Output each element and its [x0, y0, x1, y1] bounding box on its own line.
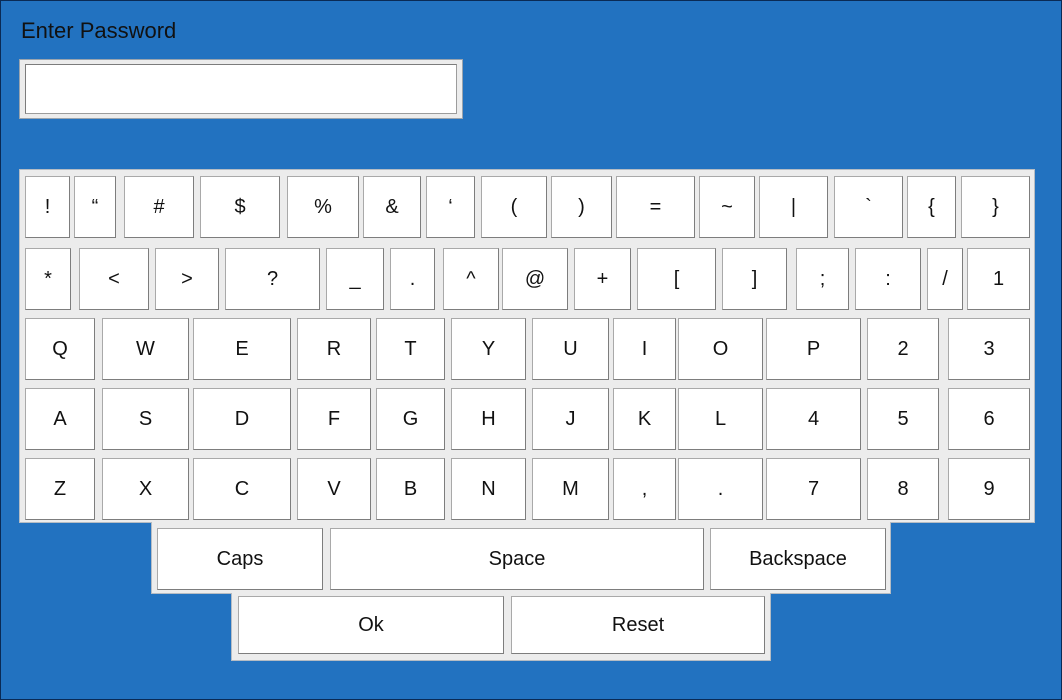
- key-4-4[interactable]: F: [297, 388, 371, 450]
- password-input[interactable]: [25, 64, 457, 114]
- key-4-1[interactable]: A: [25, 388, 95, 450]
- key-4-12[interactable]: 6: [948, 388, 1030, 450]
- key-5-4[interactable]: V: [297, 458, 371, 520]
- keyboard-command-row: Caps Space Backspace: [151, 522, 891, 594]
- key-3-5[interactable]: T: [376, 318, 445, 380]
- key-2-14[interactable]: /: [927, 248, 963, 310]
- key-2-10[interactable]: [: [637, 248, 716, 310]
- key-2-1[interactable]: *: [25, 248, 71, 310]
- key-5-10[interactable]: 7: [766, 458, 861, 520]
- key-1-1[interactable]: !: [25, 176, 70, 238]
- key-3-3[interactable]: E: [193, 318, 291, 380]
- key-2-6[interactable]: .: [390, 248, 435, 310]
- key-3-4[interactable]: R: [297, 318, 371, 380]
- key-2-8[interactable]: @: [502, 248, 568, 310]
- action-button-row: Ok Reset: [231, 593, 771, 661]
- key-2-13[interactable]: :: [855, 248, 921, 310]
- key-1-3[interactable]: #: [124, 176, 194, 238]
- space-button[interactable]: Space: [330, 528, 704, 590]
- key-1-14[interactable]: {: [907, 176, 956, 238]
- key-4-8[interactable]: K: [613, 388, 676, 450]
- key-1-6[interactable]: &: [363, 176, 421, 238]
- key-5-2[interactable]: X: [102, 458, 189, 520]
- key-5-1[interactable]: Z: [25, 458, 95, 520]
- key-3-8[interactable]: I: [613, 318, 676, 380]
- key-1-13[interactable]: `: [834, 176, 903, 238]
- key-1-5[interactable]: %: [287, 176, 359, 238]
- key-2-11[interactable]: ]: [722, 248, 787, 310]
- key-3-6[interactable]: Y: [451, 318, 526, 380]
- key-2-15[interactable]: 1: [967, 248, 1030, 310]
- key-4-10[interactable]: 4: [766, 388, 861, 450]
- key-1-2[interactable]: “: [74, 176, 116, 238]
- key-1-9[interactable]: ): [551, 176, 612, 238]
- key-2-5[interactable]: _: [326, 248, 384, 310]
- key-3-12[interactable]: 3: [948, 318, 1030, 380]
- reset-button[interactable]: Reset: [511, 596, 765, 654]
- on-screen-keyboard: ! “# $% & ‘() = ~ | `{} * < >? _. ^ @ +[];:/1 Q W E R T Y U I O P…: [19, 169, 1035, 523]
- key-2-9[interactable]: +: [574, 248, 631, 310]
- key-2-7[interactable]: ^: [443, 248, 499, 310]
- key-4-11[interactable]: 5: [867, 388, 939, 450]
- key-1-10[interactable]: =: [616, 176, 695, 238]
- key-1-7[interactable]: ‘: [426, 176, 475, 238]
- key-5-6[interactable]: N: [451, 458, 526, 520]
- key-5-11[interactable]: 8: [867, 458, 939, 520]
- key-5-7[interactable]: M: [532, 458, 609, 520]
- key-3-9[interactable]: O: [678, 318, 763, 380]
- key-1-15[interactable]: }: [961, 176, 1030, 238]
- key-2-4[interactable]: ?: [225, 248, 320, 310]
- key-4-7[interactable]: J: [532, 388, 609, 450]
- key-4-5[interactable]: G: [376, 388, 445, 450]
- key-4-6[interactable]: H: [451, 388, 526, 450]
- password-field-frame: [19, 59, 463, 119]
- key-3-7[interactable]: U: [532, 318, 609, 380]
- ok-button[interactable]: Ok: [238, 596, 504, 654]
- key-4-3[interactable]: D: [193, 388, 291, 450]
- key-5-3[interactable]: C: [193, 458, 291, 520]
- key-3-11[interactable]: 2: [867, 318, 939, 380]
- page-title: Enter Password: [21, 18, 177, 43]
- key-3-2[interactable]: W: [102, 318, 189, 380]
- key-2-2[interactable]: <: [79, 248, 149, 310]
- backspace-button[interactable]: Backspace: [710, 528, 886, 590]
- key-2-3[interactable]: >: [155, 248, 219, 310]
- key-3-10[interactable]: P: [766, 318, 861, 380]
- key-4-9[interactable]: L: [678, 388, 763, 450]
- key-1-11[interactable]: ~: [699, 176, 755, 238]
- key-1-4[interactable]: $: [200, 176, 280, 238]
- key-1-12[interactable]: |: [759, 176, 828, 238]
- key-2-12[interactable]: ;: [796, 248, 849, 310]
- caps-button[interactable]: Caps: [157, 528, 323, 590]
- key-5-12[interactable]: 9: [948, 458, 1030, 520]
- login-screen: Enter Password ! “# $% & ‘() = ~ | `{} * < >? _. ^ @ +[…: [0, 0, 1062, 700]
- key-5-5[interactable]: B: [376, 458, 445, 520]
- key-1-8[interactable]: (: [481, 176, 547, 238]
- key-5-8[interactable]: ,: [613, 458, 676, 520]
- key-4-2[interactable]: S: [102, 388, 189, 450]
- key-5-9[interactable]: .: [678, 458, 763, 520]
- key-3-1[interactable]: Q: [25, 318, 95, 380]
